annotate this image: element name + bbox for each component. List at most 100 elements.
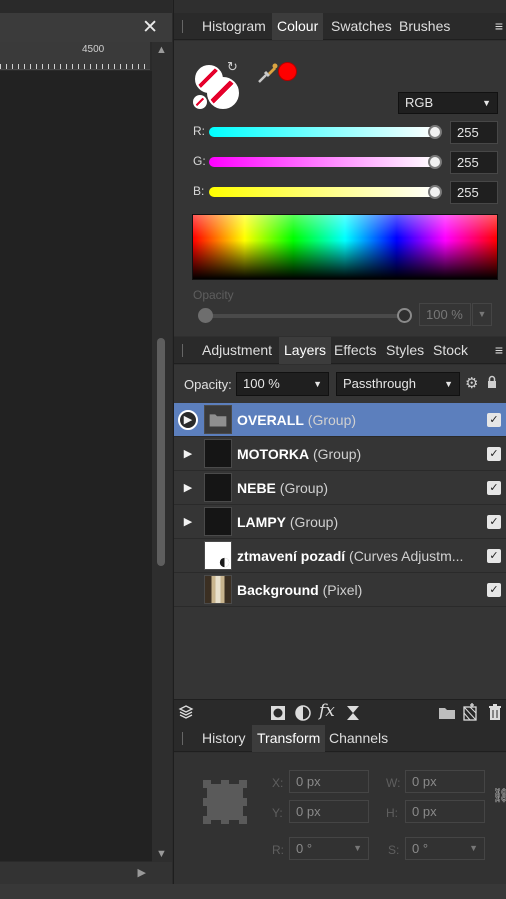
visibility-checkbox[interactable]: ✓ xyxy=(487,413,501,427)
tab-layers[interactable]: Layers xyxy=(279,337,332,364)
shear-value: 0 ° xyxy=(412,841,429,856)
r-slider-knob[interactable] xyxy=(428,125,442,139)
panel-menu-icon[interactable]: ≡ xyxy=(495,18,503,34)
chevron-down-icon: ▼ xyxy=(313,379,322,389)
visibility-checkbox[interactable]: ✓ xyxy=(487,583,501,597)
tab-brushes[interactable]: Brushes xyxy=(394,13,455,40)
close-icon[interactable]: ✕ xyxy=(142,16,158,39)
colour-spectrum[interactable] xyxy=(192,214,498,280)
fx-icon[interactable]: fx xyxy=(319,701,335,721)
colour-opacity-knob[interactable] xyxy=(397,308,412,323)
r-value-field[interactable]: 255 xyxy=(450,121,498,144)
chevron-down-icon: ▼ xyxy=(469,843,478,853)
panel-menu-icon[interactable]: ≡ xyxy=(495,342,503,358)
visibility-checkbox[interactable]: ✓ xyxy=(487,481,501,495)
x-field[interactable]: 0 px xyxy=(289,770,369,793)
trash-icon[interactable] xyxy=(488,704,502,721)
gear-icon[interactable]: ⚙ xyxy=(465,374,478,392)
layer-row[interactable]: ztmavení pozadí (Curves Adjustm... ✓ xyxy=(174,539,506,573)
fill-stroke-swatches[interactable]: ↻ xyxy=(193,59,243,113)
lock-icon[interactable] xyxy=(487,375,497,389)
g-slider-label: G: xyxy=(193,154,206,168)
tab-separator xyxy=(182,20,183,33)
adjustment-icon[interactable] xyxy=(295,705,311,721)
horizontal-scrollbar[interactable]: ▶ xyxy=(0,862,172,884)
layer-name: LAMPY (Group) xyxy=(237,514,481,530)
chevron-down-icon[interactable]: ▼ xyxy=(472,303,492,326)
document-canvas[interactable] xyxy=(0,71,152,861)
r-slider[interactable] xyxy=(209,127,435,137)
anchor-point-grid[interactable] xyxy=(203,780,247,824)
shear-field[interactable]: 0 ° ▼ xyxy=(405,837,485,860)
scroll-right-icon[interactable]: ▶ xyxy=(138,866,146,879)
layer-list: ▶ OVERALL (Group) ✓ ▶ MOTORKA (Group) ✓ ▶ NEBE … xyxy=(174,403,506,699)
b-value-field[interactable]: 255 xyxy=(450,181,498,204)
colour-model-value: RGB xyxy=(405,95,434,110)
layer-thumbnail xyxy=(204,473,232,502)
y-field[interactable]: 0 px xyxy=(289,800,369,823)
g-value-field[interactable]: 255 xyxy=(450,151,498,174)
fill-swatch[interactable] xyxy=(195,65,223,93)
colour-model-select[interactable]: RGB ▼ xyxy=(398,92,498,114)
link-icon[interactable]: ⛓ xyxy=(492,787,506,804)
b-slider-label: B: xyxy=(193,184,205,198)
h-field[interactable]: 0 px xyxy=(405,800,485,823)
b-slider[interactable] xyxy=(209,187,435,197)
w-field[interactable]: 0 px xyxy=(405,770,485,793)
tab-stock[interactable]: Stock xyxy=(428,337,473,364)
tab-transform[interactable]: Transform xyxy=(252,725,326,752)
tab-history[interactable]: History xyxy=(197,725,251,752)
r-slider-label: R: xyxy=(193,124,205,138)
b-slider-knob[interactable] xyxy=(428,185,442,199)
x-label: X: xyxy=(272,776,284,790)
colour-opacity-knob-start[interactable] xyxy=(198,308,213,323)
horizontal-ruler: 4500 xyxy=(0,42,150,70)
document-tab-bar: ✕ xyxy=(0,13,172,42)
tab-colour[interactable]: Colour xyxy=(272,13,324,40)
vertical-scrollbar[interactable]: ▲ ▼ xyxy=(152,42,172,862)
expand-arrow-icon[interactable]: ▶ xyxy=(178,444,198,464)
chevron-down-icon: ▼ xyxy=(353,843,362,853)
folder-icon[interactable] xyxy=(438,705,456,720)
swap-colours-icon[interactable]: ↻ xyxy=(227,59,238,75)
expand-arrow-icon[interactable]: ▶ xyxy=(178,410,198,430)
layer-row[interactable]: ▶ NEBE (Group) ✓ xyxy=(174,471,506,505)
rotation-value: 0 ° xyxy=(296,841,313,856)
tab-separator xyxy=(182,732,183,745)
colour-picker-icon[interactable] xyxy=(256,61,280,85)
transparent-swatch-icon[interactable] xyxy=(193,95,207,109)
expand-arrow-icon[interactable]: ▶ xyxy=(178,478,198,498)
tab-styles[interactable]: Styles xyxy=(381,337,429,364)
layer-row[interactable]: ▶ LAMPY (Group) ✓ xyxy=(174,505,506,539)
tab-adjustment[interactable]: Adjustment xyxy=(197,337,277,364)
layers-icon[interactable] xyxy=(178,704,194,720)
layer-type: (Group) xyxy=(307,412,357,428)
layer-row[interactable]: ▶ OVERALL (Group) ✓ xyxy=(174,403,506,437)
scroll-up-icon[interactable]: ▲ xyxy=(156,44,167,56)
colour-opacity-slider[interactable] xyxy=(206,314,406,318)
tab-channels[interactable]: Channels xyxy=(324,725,393,752)
layer-row[interactable]: ▶ MOTORKA (Group) ✓ xyxy=(174,437,506,471)
new-layer-icon[interactable] xyxy=(462,703,478,721)
rotation-field[interactable]: 0 ° ▼ xyxy=(289,837,369,860)
layer-thumbnail xyxy=(204,507,232,536)
mask-icon[interactable] xyxy=(270,705,286,721)
tab-swatches[interactable]: Swatches xyxy=(326,13,397,40)
scroll-down-icon[interactable]: ▼ xyxy=(156,848,167,860)
visibility-checkbox[interactable]: ✓ xyxy=(487,515,501,529)
tab-histogram[interactable]: Histogram xyxy=(197,13,271,40)
chevron-down-icon: ▼ xyxy=(482,98,491,108)
g-slider[interactable] xyxy=(209,157,435,167)
current-colour-swatch[interactable] xyxy=(278,62,297,81)
scroll-thumb[interactable] xyxy=(157,338,165,566)
layer-opacity-select[interactable]: 100 % ▼ xyxy=(236,372,329,396)
visibility-checkbox[interactable]: ✓ xyxy=(487,447,501,461)
g-slider-knob[interactable] xyxy=(428,155,442,169)
visibility-checkbox[interactable]: ✓ xyxy=(487,549,501,563)
colour-opacity-field[interactable]: 100 % xyxy=(419,303,471,326)
hourglass-icon[interactable] xyxy=(346,705,360,721)
expand-arrow-icon[interactable]: ▶ xyxy=(178,512,198,532)
layer-row[interactable]: Background (Pixel) ✓ xyxy=(174,573,506,607)
tab-effects[interactable]: Effects xyxy=(329,337,382,364)
blend-mode-select[interactable]: Passthrough ▼ xyxy=(336,372,460,396)
